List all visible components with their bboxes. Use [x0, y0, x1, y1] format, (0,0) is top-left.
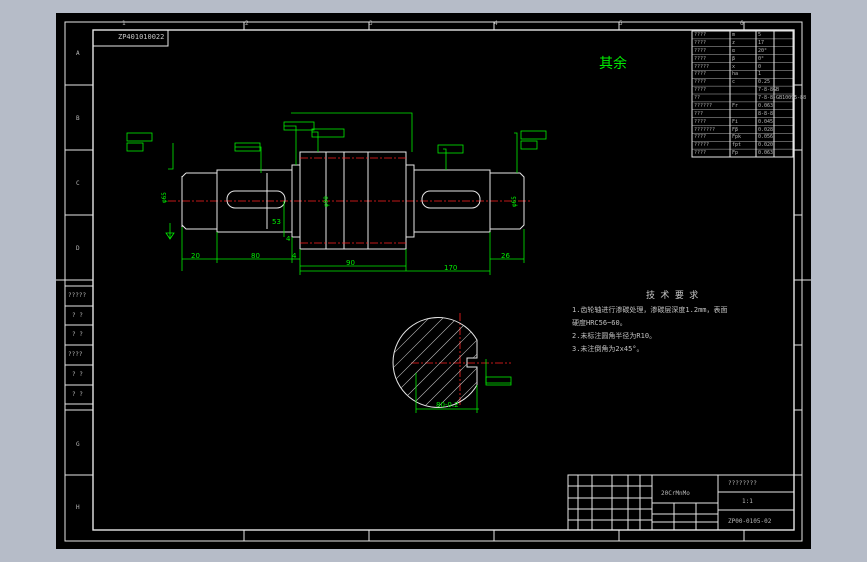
param-cell: 1: [758, 71, 762, 78]
side-label-3: ? ?: [72, 331, 83, 338]
dim-d9: 80: [251, 252, 260, 260]
param-cell: ????: [694, 71, 707, 78]
param-cell: β: [732, 55, 736, 62]
inner-frame: [92, 29, 795, 531]
section-width-dim: 80-0.2: [436, 401, 459, 409]
param-cell: 0.063: [758, 150, 774, 157]
side-label-table: [64, 285, 94, 405]
dim-d6: 4: [292, 252, 297, 260]
param-cell: Fpk: [732, 134, 742, 141]
side-label-1: ?????: [68, 292, 87, 299]
border-num-5: 5: [619, 20, 623, 27]
tech-req-line1: 1.齿轮轴进行渗碳处理，渗碳层深度1.2mm，表面: [572, 306, 728, 314]
param-cell: ????: [694, 150, 707, 157]
vertical-dim-texts: φ65 φ90 φ65: [161, 192, 518, 207]
param-cell: ????: [694, 134, 707, 141]
left-keyway: [226, 190, 286, 209]
param-cell: z: [732, 39, 736, 46]
param-cell: 0.045: [758, 118, 774, 125]
title-scale: 1:1: [742, 498, 753, 505]
param-cell: ??????: [694, 102, 713, 109]
param-cell: 20°: [758, 47, 768, 54]
param-cell: 0.063: [758, 102, 774, 109]
title-top-label: ????????: [728, 480, 757, 487]
outer-border: [64, 21, 803, 542]
param-cell: 0.25: [758, 79, 771, 86]
param-cell: Fi: [732, 118, 739, 125]
param-cell: x: [732, 63, 736, 70]
param-cell: 0.028: [758, 126, 774, 133]
side-label-4: ????: [68, 351, 83, 358]
keyway-cross-section: [392, 313, 511, 413]
param-cell: 0°: [758, 55, 765, 62]
title-drawing-code: ZP00-0105-02: [728, 518, 772, 525]
param-cell: ????: [694, 87, 707, 94]
param-cell: 8-8-8: [758, 110, 774, 117]
tolerance-frames: [126, 121, 547, 386]
param-cell: ha: [732, 71, 739, 78]
param-cell: 0.056: [758, 134, 774, 141]
title-material: 20CrMnMo: [661, 490, 690, 497]
tech-req-line2: 硬度HRC56~60。: [572, 319, 627, 327]
side-label-6: ? ?: [72, 391, 83, 398]
param-cell: ???????: [694, 126, 716, 133]
right-keyway: [421, 190, 481, 209]
param-cell: fpt: [732, 142, 742, 149]
param-cell: 0: [758, 63, 762, 70]
border-num-1: 1: [122, 20, 126, 27]
param-cell: α: [732, 47, 736, 54]
border-letter-h: H: [76, 504, 80, 511]
border-num-6: 6: [740, 20, 744, 27]
param-cell: ?????: [694, 63, 710, 70]
tech-req-line4: 3.未注倒角为2x45°。: [572, 345, 644, 353]
side-label-5: ? ?: [72, 371, 83, 378]
drawing-sheet: φ65 φ90 φ65 ZP401010022 其余 1 2 3 4 5 6 A…: [56, 13, 811, 549]
gear-body: [299, 151, 407, 250]
param-cell: Fp: [732, 150, 739, 157]
dim-d2: 170: [444, 264, 458, 272]
border-num-2: 2: [245, 20, 249, 27]
param-cell: ????: [694, 118, 707, 125]
param-cell: 17: [758, 39, 765, 46]
svg-text:φ65: φ65: [161, 192, 168, 203]
param-cell: ????: [694, 39, 707, 46]
border-letter-c: C: [76, 180, 80, 187]
dim-d5: 26: [501, 252, 510, 260]
param-cell: Fβ: [732, 126, 739, 133]
svg-text:φ65: φ65: [511, 196, 518, 207]
param-cell: 7-8-8GB: [758, 87, 780, 94]
border-num-4: 4: [494, 20, 498, 27]
tech-req-title: 技 术 要 求: [646, 291, 699, 301]
param-cell: m: [732, 32, 736, 38]
param-cell: 7-8-8-GB10095-88: [758, 95, 807, 101]
border-letter-a: A: [76, 50, 80, 57]
dim-d3: 20: [191, 252, 200, 260]
dim-d4: 53: [272, 218, 281, 226]
param-cell: ??: [694, 95, 701, 101]
dim-d7: 4: [286, 235, 291, 243]
param-cell: ?????: [694, 142, 710, 149]
dim-d8: 90: [346, 259, 355, 267]
param-cell: c: [732, 79, 736, 86]
side-label-2: ? ?: [72, 312, 83, 319]
border-num-3: 3: [369, 20, 373, 27]
drawing-number: ZP401010022: [118, 33, 165, 41]
svg-text:φ90: φ90: [323, 196, 330, 207]
param-cell: ???: [694, 110, 704, 117]
param-cell: ????: [694, 55, 707, 62]
gear-shaft-front-view: [168, 151, 532, 250]
surface-roughness-note: 其余: [599, 56, 627, 72]
dimension-lines: [165, 112, 525, 275]
param-cell: ????: [694, 47, 707, 54]
param-cell: 0.020: [758, 142, 774, 149]
param-cell: Fr: [732, 102, 739, 109]
border-letter-g: G: [76, 441, 80, 448]
tech-req-line3: 2.未标注圆角半径为R10。: [572, 332, 657, 340]
param-cell: ????: [694, 79, 707, 86]
border-letter-b: B: [76, 115, 80, 122]
param-cell: 5: [758, 32, 762, 38]
border-letter-d: D: [76, 245, 80, 252]
param-cell: ????: [694, 32, 707, 38]
